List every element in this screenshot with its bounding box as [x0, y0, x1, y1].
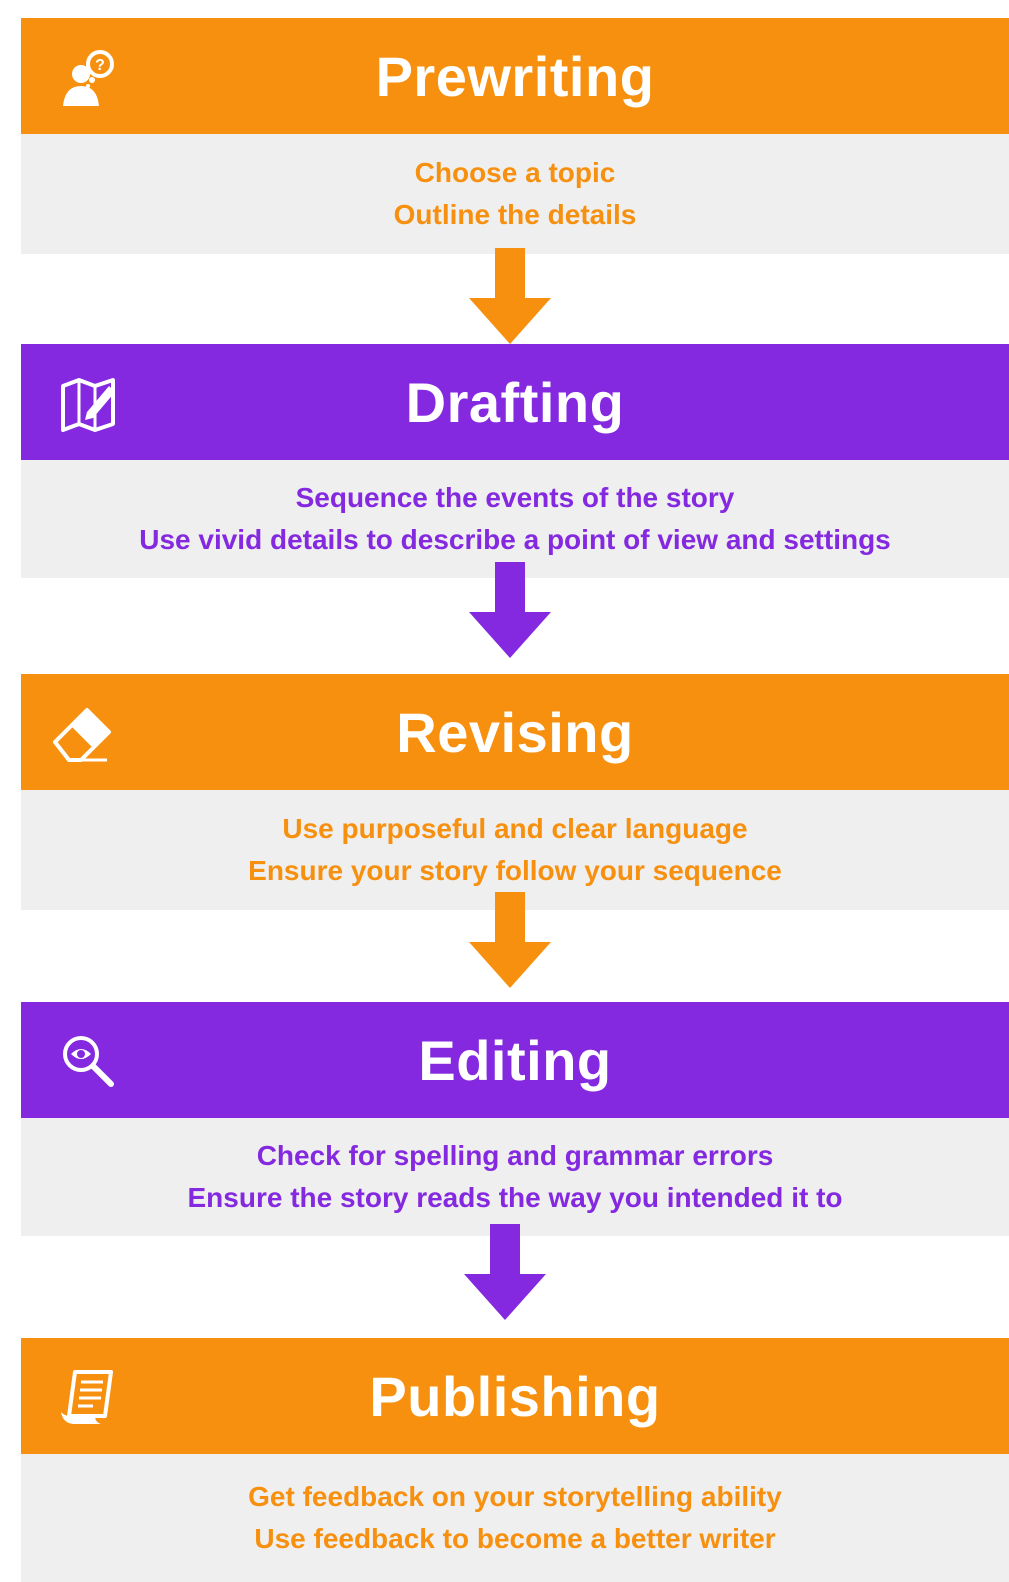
down-arrow-icon — [469, 892, 551, 988]
step-editing-details: Check for spelling and grammar errors En… — [21, 1118, 1009, 1236]
thinking-person-icon: ? — [57, 46, 121, 110]
eraser-icon — [51, 702, 115, 766]
step-title: Drafting — [405, 370, 625, 434]
down-arrow-icon — [469, 248, 551, 344]
step-publishing-header: Publishing — [21, 1338, 1009, 1454]
step-detail-line: Sequence the events of the story — [295, 482, 735, 513]
step-editing-header: Editing — [21, 1002, 1009, 1118]
step-revising-header: Revising — [21, 674, 1009, 790]
step-detail-line: Ensure your story follow your sequence — [248, 855, 782, 886]
step-publishing-details: Get feedback on your storytelling abilit… — [21, 1454, 1009, 1582]
step-detail-line: Check for spelling and grammar errors — [256, 1140, 774, 1171]
step-prewriting-details: Choose a topic Outline the details — [21, 134, 1009, 254]
step-detail-line: Outline the details — [393, 199, 637, 230]
document-scroll-icon — [57, 1366, 121, 1430]
down-arrow-icon — [464, 1224, 546, 1320]
step-detail-line: Use feedback to become a better writer — [254, 1523, 776, 1554]
magnifier-eye-icon — [57, 1030, 121, 1094]
step-drafting-header: Drafting — [21, 344, 1009, 460]
step-title: Editing — [418, 1028, 612, 1092]
step-title: Prewriting — [375, 44, 655, 108]
step-detail-line: Choose a topic — [414, 157, 616, 188]
step-detail-line: Use vivid details to describe a point of… — [139, 524, 891, 555]
step-detail-line: Ensure the story reads the way you inten… — [187, 1182, 843, 1213]
step-title: Publishing — [369, 1364, 661, 1428]
step-detail-line: Get feedback on your storytelling abilit… — [248, 1481, 782, 1512]
svg-text:?: ? — [95, 57, 105, 74]
step-drafting-details: Sequence the events of the story Use viv… — [21, 460, 1009, 578]
step-detail-line: Use purposeful and clear language — [282, 813, 748, 844]
step-title: Revising — [396, 700, 634, 764]
step-prewriting-header: ? Prewriting — [21, 18, 1009, 134]
map-pencil-icon — [57, 372, 121, 436]
down-arrow-icon — [469, 562, 551, 658]
